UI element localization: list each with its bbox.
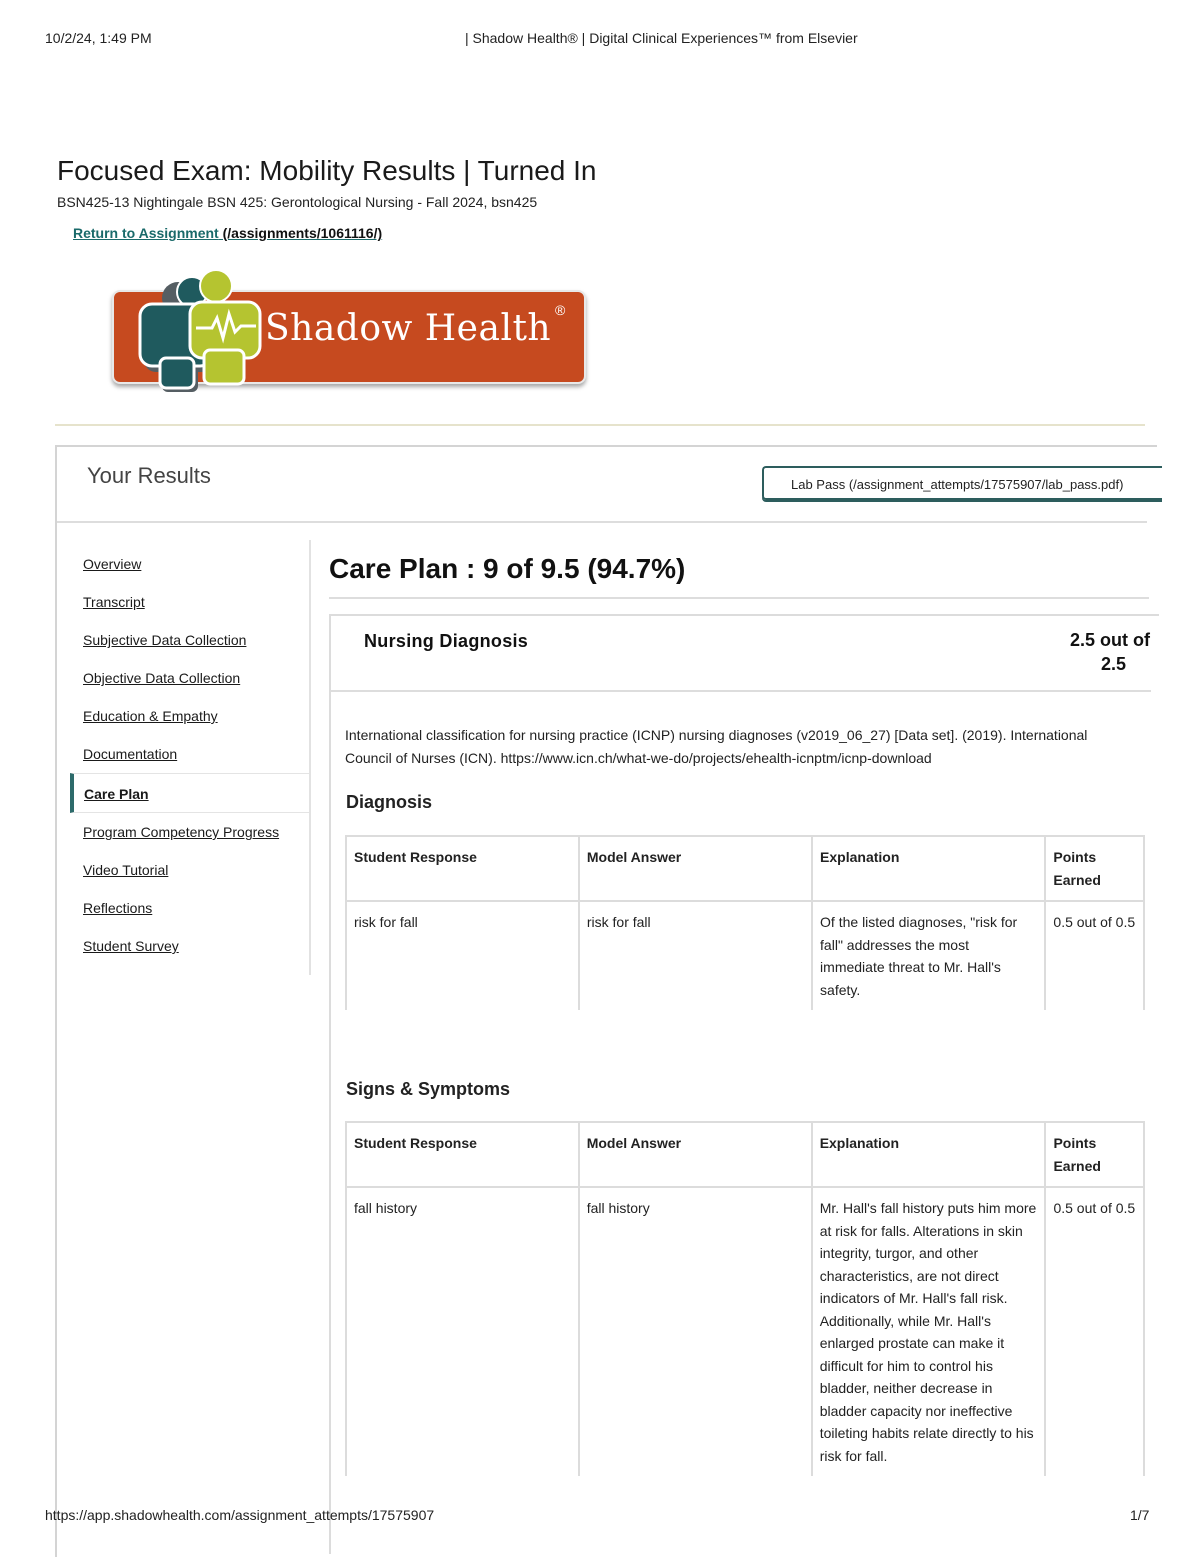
signs-symptoms-table: Student Response Model Answer Explanatio… — [345, 1121, 1145, 1476]
sidebar-item-student-survey[interactable]: Student Survey — [70, 927, 310, 965]
sidebar-item-education-empathy[interactable]: Education & Empathy — [70, 697, 310, 735]
points-earned-cell: 0.5 out of 0.5 — [1044, 1186, 1145, 1476]
sidebar-item-care-plan[interactable]: Care Plan — [70, 773, 310, 813]
sidebar-item-objective-data[interactable]: Objective Data Collection — [70, 659, 310, 697]
shadow-health-logo: Shadow Health ® — [110, 270, 586, 395]
return-to-assignment-link[interactable]: Return to Assignment (/assignments/10611… — [73, 225, 382, 241]
column-header: Explanation — [810, 1121, 1047, 1188]
model-answer-cell: risk for fall — [577, 900, 814, 1010]
print-footer-url: https://app.shadowhealth.com/assignment_… — [45, 1507, 435, 1523]
return-link-url: (/assignments/1061116/) — [218, 225, 383, 241]
column-header: Points Earned — [1044, 1121, 1145, 1188]
print-page-number: 1/7 — [1130, 1507, 1150, 1523]
return-link-label: Return to Assignment — [73, 225, 219, 241]
signs-symptoms-heading: Signs & Symptoms — [346, 1079, 511, 1099]
sidebar-item-reflections[interactable]: Reflections — [70, 889, 310, 927]
logo-text: Shadow Health — [265, 308, 552, 349]
care-plan-title: Care Plan : 9 of 9.5 (94.7%) — [329, 553, 686, 584]
sidebar-item-overview[interactable]: Overview — [70, 545, 310, 583]
results-sidebar-nav: Overview Transcript Subjective Data Coll… — [70, 545, 310, 965]
lab-pass-button[interactable]: Lab Pass (/assignment_attempts/17575907/… — [762, 466, 1162, 500]
column-header: Points Earned — [1044, 835, 1145, 902]
table-header-row: Student Response Model Answer Explanatio… — [345, 1121, 1145, 1188]
table-row: fall history fall history Mr. Hall's fal… — [345, 1186, 1145, 1476]
section-title: Nursing Diagnosis — [364, 631, 529, 651]
logo-registered-mark: ® — [555, 302, 566, 318]
section-score-line2: 2.5 — [1101, 654, 1127, 674]
section-score-line1: 2.5 out of — [1070, 630, 1150, 650]
logo-figures-icon — [138, 270, 262, 392]
results-heading: Your Results — [87, 463, 211, 488]
sidebar-divider — [309, 540, 311, 975]
page-title: Focused Exam: Mobility Results | Turned … — [57, 155, 597, 186]
signs-table-wrapper: Student Response Model Answer Explanatio… — [340, 1121, 1145, 1476]
results-divider — [57, 521, 1147, 523]
sidebar-item-video-tutorial[interactable]: Video Tutorial — [70, 851, 310, 889]
print-datetime: 10/2/24, 1:49 PM — [45, 30, 152, 46]
sidebar-item-transcript[interactable]: Transcript — [70, 583, 310, 621]
column-header: Model Answer — [577, 1121, 813, 1188]
column-header: Explanation — [811, 835, 1047, 902]
column-header: Student Response — [345, 1121, 580, 1188]
header-divider — [55, 424, 1145, 426]
column-header: Student Response — [345, 835, 580, 902]
care-plan-divider — [329, 597, 1149, 599]
section-divider — [331, 690, 1151, 692]
table-header-row: Student Response Model Answer Explanatio… — [345, 835, 1145, 902]
sidebar-item-documentation[interactable]: Documentation — [70, 735, 310, 773]
points-earned-cell: 0.5 out of 0.5 — [1044, 900, 1145, 1010]
explanation-cell: Mr. Hall's fall history puts him more at… — [810, 1186, 1047, 1476]
column-header: Model Answer — [577, 835, 814, 902]
student-response-cell: risk for fall — [345, 900, 580, 1010]
student-response-cell: fall history — [345, 1186, 580, 1476]
citation-text: International classification for nursing… — [345, 727, 1088, 766]
diagnosis-table: Student Response Model Answer Explanatio… — [345, 835, 1145, 1010]
course-info: BSN425-13 Nightingale BSN 425: Gerontolo… — [57, 194, 538, 210]
diagnosis-heading: Diagnosis — [346, 792, 433, 812]
explanation-cell: Of the listed diagnoses, "risk for fall"… — [811, 900, 1047, 1010]
table-row: risk for fall risk for fall Of the liste… — [345, 900, 1145, 1010]
sidebar-item-subjective-data[interactable]: Subjective Data Collection — [70, 621, 310, 659]
sidebar-item-program-competency[interactable]: Program Competency Progress — [70, 813, 310, 851]
print-header-title: | Shadow Health® | Digital Clinical Expe… — [465, 30, 858, 46]
diagnosis-table-wrapper: Student Response Model Answer Explanatio… — [340, 835, 1145, 1010]
model-answer-cell: fall history — [577, 1186, 813, 1476]
